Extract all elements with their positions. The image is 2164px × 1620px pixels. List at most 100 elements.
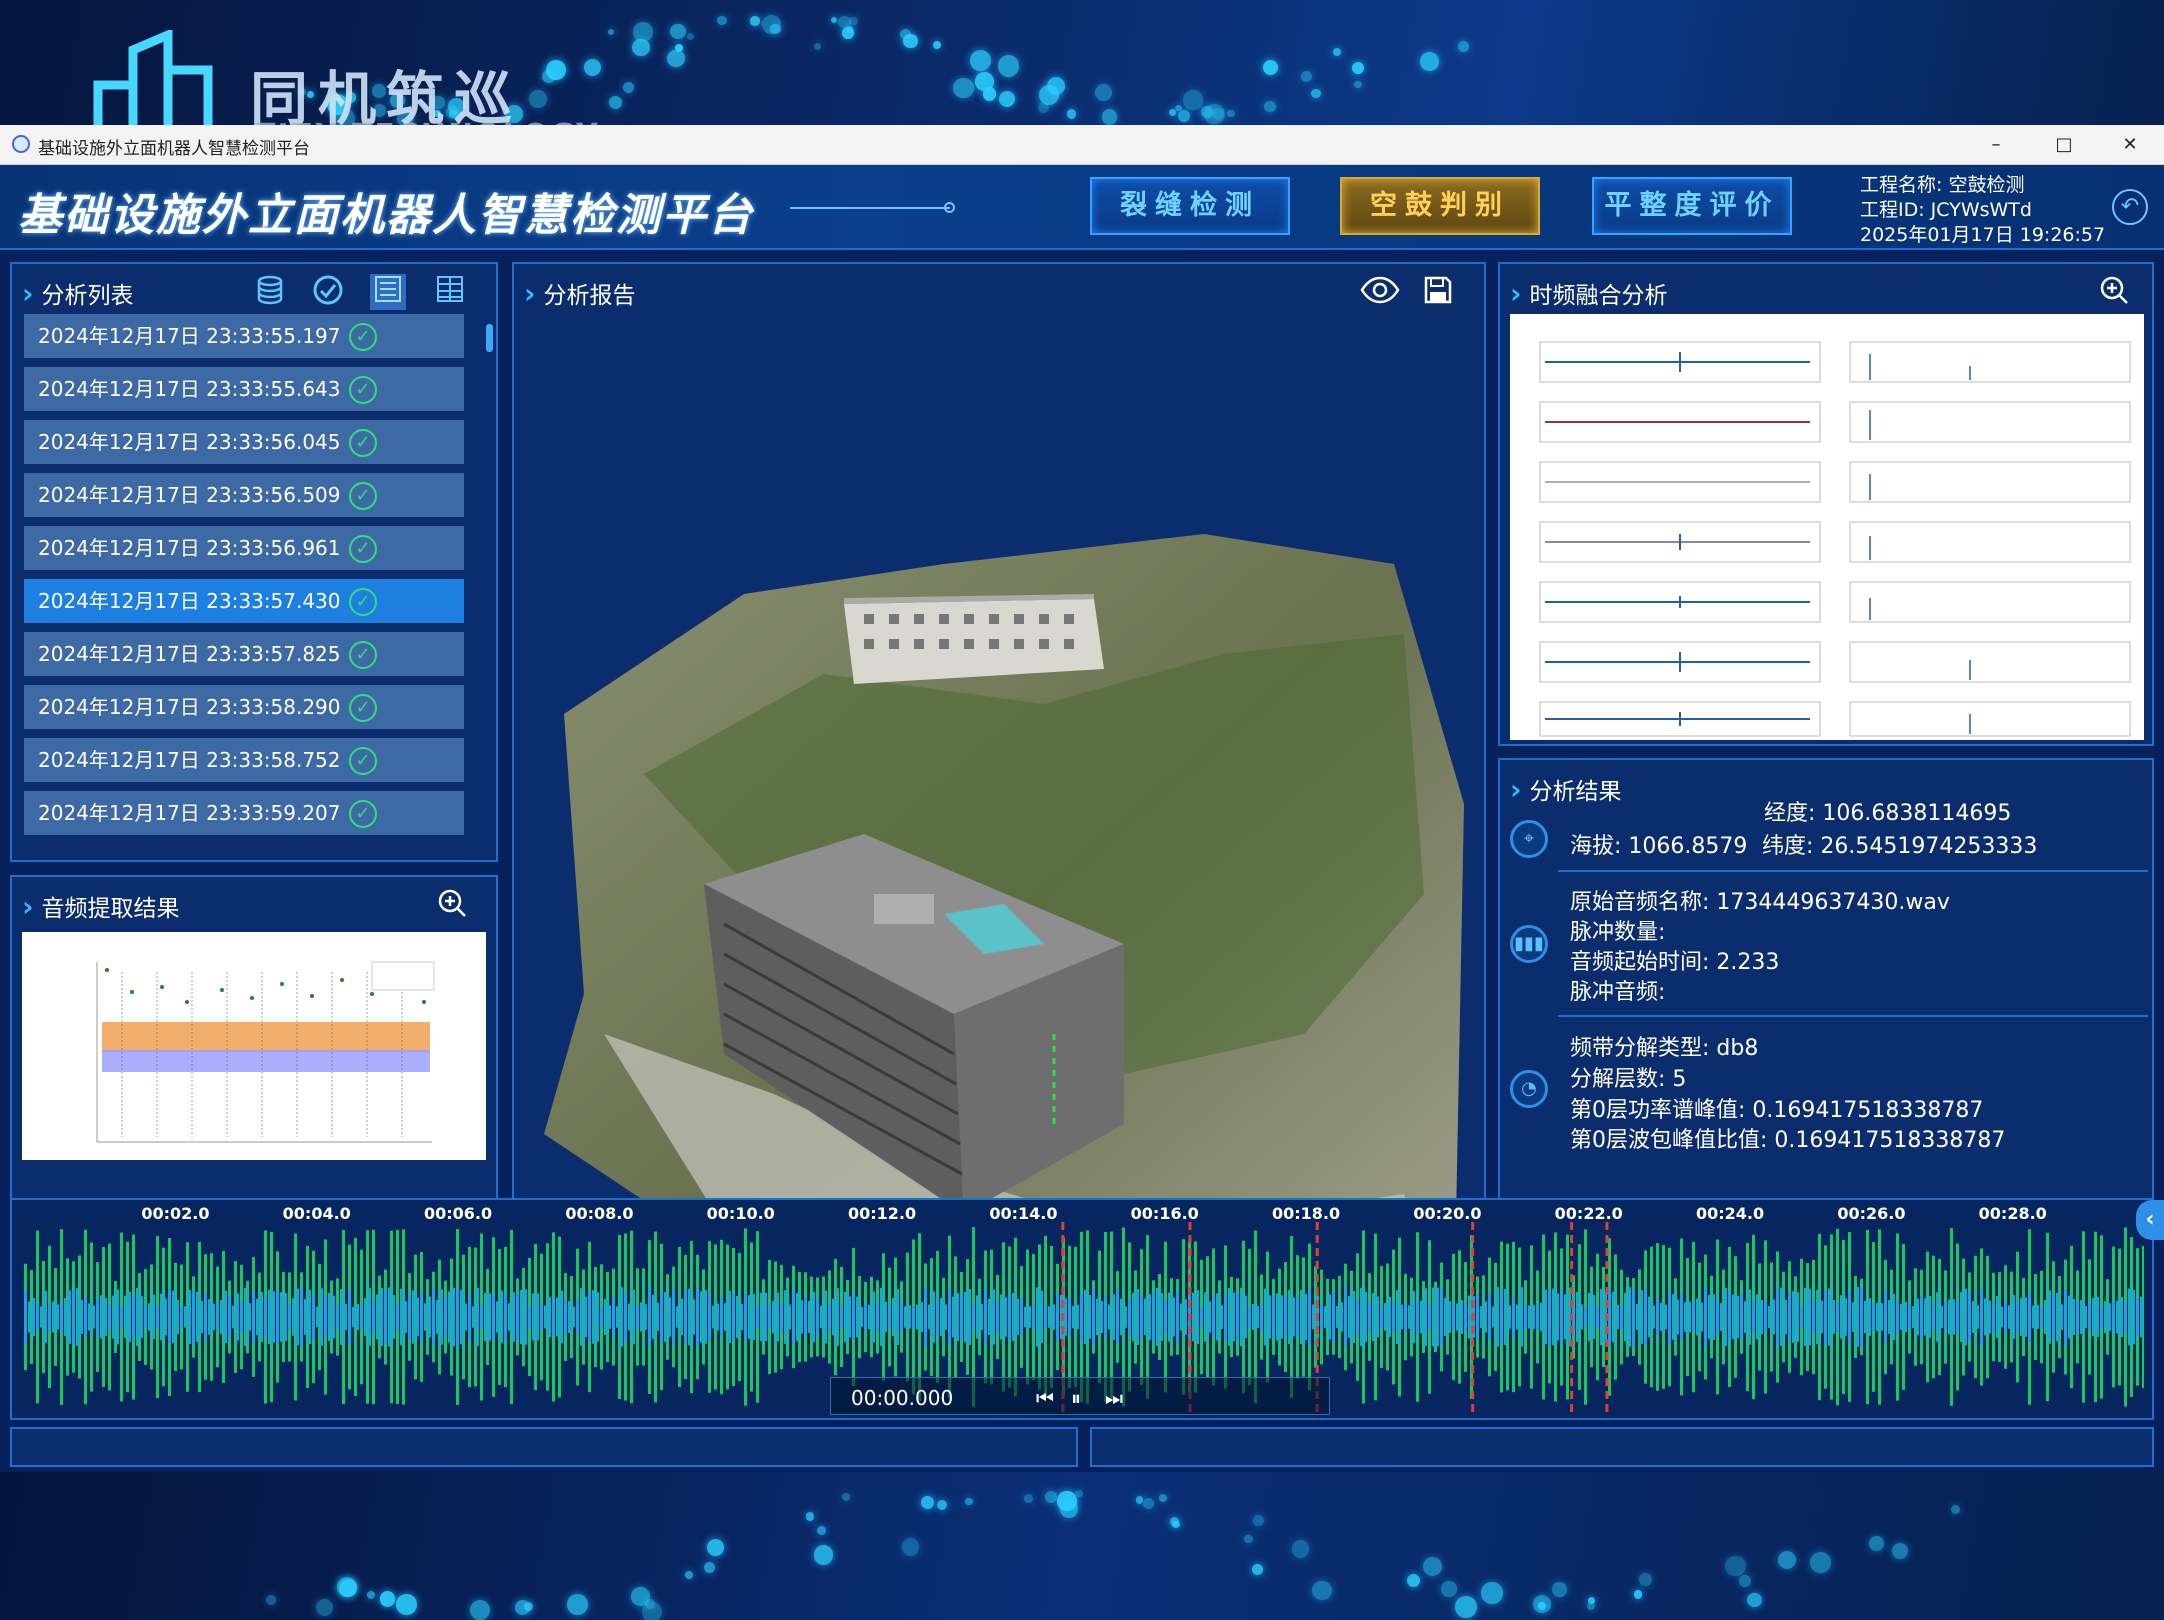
waveform-envelope	[1468, 1295, 1471, 1339]
waveform-envelope	[964, 1291, 967, 1343]
playback-controls: 00:00.000 ⏮ ⏸ ⏭	[830, 1377, 1330, 1415]
waveform-envelope	[588, 1292, 591, 1342]
title-decoration-dot	[944, 202, 955, 213]
decor-dot	[1211, 107, 1225, 120]
waveform-envelope	[880, 1287, 883, 1347]
decor-dot	[338, 1578, 358, 1598]
waveform-envelope	[1124, 1306, 1127, 1328]
waveform-envelope	[824, 1290, 827, 1344]
waveform-envelope	[1676, 1299, 1679, 1335]
decor-dot	[529, 89, 548, 108]
check-circle-icon[interactable]	[310, 274, 346, 310]
time-tick: 00:20.0	[1413, 1204, 1482, 1223]
waveform-envelope	[1820, 1300, 1823, 1334]
waveform-envelope	[1056, 1292, 1059, 1342]
waveform-envelope	[2044, 1299, 2047, 1335]
waveform-envelope	[260, 1291, 263, 1343]
waveform-envelope	[1708, 1294, 1711, 1340]
waveform-envelope	[1416, 1299, 1419, 1335]
waveform-envelope	[1668, 1289, 1671, 1345]
decomp-levels: 分解层数: 5	[1570, 1067, 1687, 1092]
close-button[interactable]: ✕	[2100, 129, 2160, 161]
waveform-envelope	[1916, 1298, 1919, 1336]
zoom-in-icon[interactable]	[434, 887, 470, 923]
waveform-envelope	[1960, 1291, 1963, 1343]
list-item[interactable]: 2024年12月17日 23:33:56.045 ✓	[24, 420, 464, 464]
database-icon[interactable]	[252, 274, 288, 310]
tf-analysis-title: 时频融合分析	[1510, 276, 1668, 310]
waveform-envelope	[428, 1296, 431, 1338]
decor-dot	[546, 60, 566, 80]
list-scrollbar[interactable]	[486, 324, 493, 352]
waveform-envelope	[852, 1294, 855, 1340]
waveform-envelope	[1352, 1290, 1355, 1344]
decor-dot	[1724, 1555, 1746, 1577]
grid-view-icon[interactable]	[432, 274, 468, 310]
list-item[interactable]: 2024年12月17日 23:33:58.752 ✓	[24, 738, 464, 782]
waveform-envelope	[784, 1290, 787, 1344]
waveform-envelope	[568, 1301, 571, 1333]
waveform-envelope	[1392, 1301, 1395, 1333]
collapse-side-icon[interactable]: ‹	[2136, 1200, 2164, 1240]
waveform-envelope	[744, 1292, 747, 1342]
analysis-report-title: 分析报告	[524, 276, 636, 310]
list-item[interactable]: 2024年12月17日 23:33:59.207 ✓	[24, 791, 464, 835]
previous-icon[interactable]: ⏮	[1036, 1386, 1054, 1410]
pause-icon[interactable]: ⏸	[1071, 1386, 1081, 1410]
nav-flatness-evaluation[interactable]: 平整度评价	[1592, 177, 1792, 235]
waveform-envelope	[32, 1297, 35, 1337]
next-icon[interactable]: ⏭	[1105, 1386, 1123, 1410]
nav-crack-detection[interactable]: 裂缝检测	[1090, 177, 1290, 235]
decor-dot	[1332, 47, 1341, 56]
waveform-envelope	[976, 1295, 979, 1339]
minimize-button[interactable]: –	[1966, 129, 2026, 161]
waveform-envelope	[1332, 1292, 1335, 1342]
audio-start-time: 音频起始时间: 2.233	[1570, 950, 1780, 975]
waveform-envelope	[1564, 1294, 1567, 1340]
waveform-envelope	[1196, 1289, 1199, 1345]
zoom-in-icon[interactable]	[2096, 274, 2132, 310]
list-item[interactable]: 2024年12月17日 23:33:55.643 ✓	[24, 367, 464, 411]
waveform-envelope	[1804, 1287, 1807, 1347]
decor-dot	[1301, 71, 1313, 83]
waveform-envelope	[1444, 1297, 1447, 1337]
waveform-envelope	[1836, 1302, 1839, 1332]
waveform-envelope	[624, 1291, 627, 1343]
waveform-envelope	[96, 1298, 99, 1336]
list-item[interactable]: 2024年12月17日 23:33:56.509 ✓	[24, 473, 464, 517]
waveform-envelope	[280, 1292, 283, 1342]
waveform-envelope	[1500, 1290, 1503, 1344]
waveform-envelope	[304, 1299, 307, 1335]
list-item-selected[interactable]: 2024年12月17日 23:33:57.430 ✓	[24, 579, 464, 623]
waveform-envelope	[760, 1292, 763, 1342]
list-item[interactable]: 2024年12月17日 23:33:58.290 ✓	[24, 685, 464, 729]
list-item[interactable]: 2024年12月17日 23:33:56.961 ✓	[24, 526, 464, 570]
list-item[interactable]: 2024年12月17日 23:33:55.197 ✓	[24, 314, 464, 358]
waveform-envelope	[1308, 1288, 1311, 1346]
list-item[interactable]: 2024年12月17日 23:33:57.825 ✓	[24, 632, 464, 676]
waveform-envelope	[1256, 1305, 1259, 1329]
audio-extract-title: 音频提取结果	[22, 889, 180, 923]
waveform-envelope	[2000, 1306, 2003, 1328]
decor-dot	[1454, 1596, 1477, 1618]
save-icon[interactable]	[1420, 274, 1456, 310]
waveform-envelope	[952, 1296, 955, 1338]
decor-dot	[666, 49, 685, 68]
waveform-envelope	[348, 1290, 351, 1344]
waveform-envelope	[516, 1293, 519, 1341]
waveform-envelope	[508, 1303, 511, 1331]
waveform-envelope	[948, 1289, 951, 1345]
eye-icon[interactable]	[1360, 274, 1400, 310]
back-icon[interactable]: ↶	[2112, 189, 2148, 225]
waveform-envelope	[820, 1305, 823, 1329]
waveform-envelope	[456, 1287, 459, 1347]
waveform-envelope	[1020, 1298, 1023, 1336]
waveform-envelope	[1608, 1288, 1611, 1346]
envelope-peak-ratio: 第0层波包峰值比值: 0.169417518338787	[1570, 1128, 2006, 1153]
nav-hollow-detection[interactable]: 空鼓判别	[1340, 177, 1540, 235]
list-view-icon[interactable]	[370, 274, 406, 310]
decor-dot	[632, 39, 650, 57]
maximize-button[interactable]: □	[2034, 129, 2094, 161]
decor-dot	[749, 16, 760, 26]
waveform-envelope	[804, 1297, 807, 1337]
